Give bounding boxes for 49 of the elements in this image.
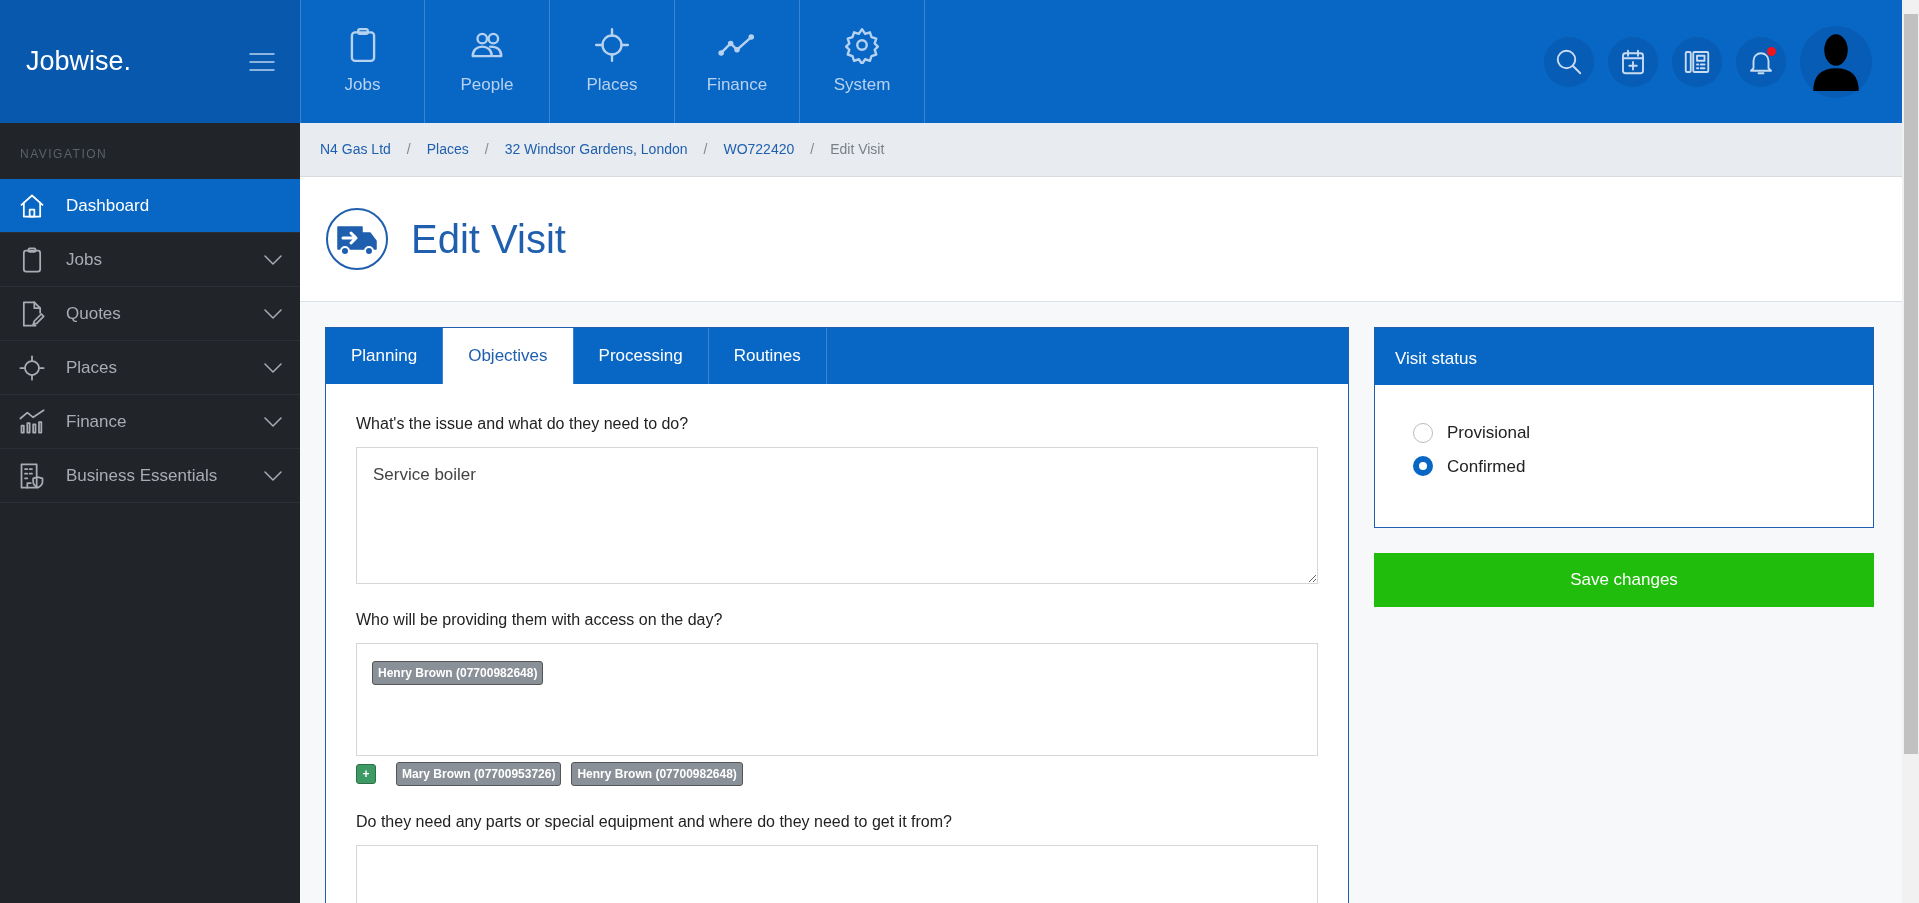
breadcrumb-link[interactable]: WO722420 — [723, 139, 795, 160]
page-title: Edit Visit — [411, 216, 566, 263]
scrollbar[interactable] — [1902, 0, 1919, 903]
add-button[interactable]: + — [356, 764, 376, 784]
sidebar-heading: NAVIGATION — [19, 146, 109, 163]
card-header: Visit status — [1375, 328, 1873, 385]
sidebar-item[interactable]: Quotes — [0, 287, 300, 341]
tab[interactable]: Objectives — [443, 328, 574, 384]
sidebar-item[interactable]: Business Essentials — [0, 449, 300, 503]
radio-label[interactable]: Confirmed — [1447, 453, 1526, 479]
tab[interactable]: Routines — [708, 328, 827, 384]
tab[interactable]: Processing — [573, 328, 709, 384]
person-tag: Henry Brown (07700982648) — [372, 661, 544, 685]
breadcrumb-current: Edit Visit — [830, 140, 885, 159]
sidebar-item[interactable]: Finance — [0, 395, 300, 449]
radio-button[interactable] — [1413, 422, 1433, 443]
field-label: Do they need any parts or special equipment and where do they need to get it from? — [356, 812, 953, 832]
delivery-truck-icon — [325, 207, 389, 271]
person-silhouette-icon — [1812, 32, 1860, 91]
text-area[interactable]: Service boiler — [356, 447, 1318, 584]
sidebar-item[interactable]: Places — [0, 341, 300, 395]
suggested-person-tag[interactable]: Mary Brown (07700953726) — [396, 762, 562, 786]
field-label: Who will be providing them with access on the day? — [356, 610, 724, 630]
building-shield-icon — [18, 461, 46, 490]
settings-icon — [843, 25, 881, 64]
radio-button[interactable] — [1413, 456, 1433, 477]
notifications-button[interactable] — [1736, 36, 1786, 87]
breadcrumb-separator: / — [484, 140, 489, 159]
crosshair-icon — [593, 25, 631, 64]
breadcrumb-link[interactable]: Places — [426, 139, 469, 160]
brand-logo: Jobwise. — [26, 45, 132, 79]
breadcrumb-separator: / — [703, 140, 708, 159]
menu-icon — [248, 52, 276, 73]
breadcrumb-link[interactable]: 32 Windsor Gardens, London — [504, 139, 688, 160]
breadcrumb-separator: / — [406, 140, 411, 159]
breadcrumb-link[interactable]: N4 Gas Ltd — [320, 139, 391, 160]
suggested-person-tag[interactable]: Henry Brown (07700982648) — [571, 762, 743, 786]
sidebar-item[interactable]: Dashboard — [0, 179, 300, 233]
tag-input-field[interactable]: Henry Brown (07700982648) — [356, 643, 1318, 756]
radio-label[interactable]: Provisional — [1447, 420, 1531, 446]
bar-graph-icon — [18, 407, 46, 436]
field-label: What's the issue and what do they need to do? — [356, 414, 690, 434]
crosshair-icon — [18, 353, 46, 382]
search-button[interactable] — [1544, 36, 1594, 87]
layout-button[interactable] — [1672, 36, 1722, 87]
calendar-button[interactable] — [1608, 36, 1658, 87]
scrollbar-thumb[interactable] — [1903, 14, 1918, 754]
breadcrumb-separator: / — [810, 140, 815, 159]
sidebar-item[interactable]: Jobs — [0, 233, 300, 287]
